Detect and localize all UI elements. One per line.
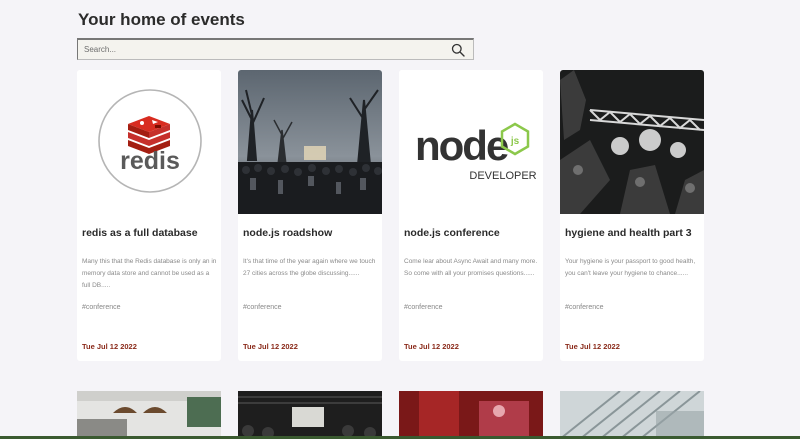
event-card[interactable]: hygiene and health part 3 Your hygiene i… (560, 70, 704, 361)
redis-logo-text: redis (120, 147, 180, 175)
js-badge-text: js (510, 136, 520, 147)
redis-logo-image: redis (77, 70, 221, 214)
event-title[interactable]: node.js roadshow (243, 227, 379, 239)
event-card[interactable]: redis redis as a full database Many this… (77, 70, 221, 361)
event-description: Your hygiene is your passport to good he… (565, 258, 696, 277)
crowd-photo (238, 70, 382, 214)
event-card-partial[interactable] (560, 391, 704, 439)
concert-photo (560, 70, 704, 214)
event-date: Tue Jul 12 2022 (404, 342, 459, 351)
event-title[interactable]: hygiene and health part 3 (565, 227, 701, 239)
event-description: Many this that the Redis database is onl… (82, 258, 217, 289)
event-card-partial[interactable] (238, 391, 382, 439)
office-ceiling-photo (560, 391, 704, 439)
nodejs-logo-image: node js DEVELOPER (399, 70, 543, 214)
event-tag: #conference (82, 304, 121, 311)
event-card[interactable]: node js DEVELOPER node.js conference Com… (399, 70, 543, 361)
event-title[interactable]: redis as a full database (82, 227, 218, 239)
search-bar (77, 38, 474, 60)
meeting-room-photo (77, 391, 221, 439)
event-tag: #conference (404, 304, 443, 311)
event-date: Tue Jul 12 2022 (82, 342, 137, 351)
page-title: Your home of events (78, 10, 245, 29)
event-date: Tue Jul 12 2022 (243, 342, 298, 351)
event-description: Come lear about Async Await and many mor… (404, 258, 538, 277)
auditorium-photo (238, 391, 382, 439)
node-logo-text: node (415, 122, 508, 169)
event-title[interactable]: node.js conference (404, 227, 540, 239)
event-card[interactable]: node.js roadshow It's that time of the y… (238, 70, 382, 361)
search-icon[interactable] (447, 40, 469, 60)
event-card-partial[interactable] (399, 391, 543, 439)
event-date: Tue Jul 12 2022 (565, 342, 620, 351)
search-input[interactable] (78, 40, 447, 59)
event-tag: #conference (243, 304, 282, 311)
event-tag: #conference (565, 304, 604, 311)
red-stage-photo (399, 391, 543, 439)
event-card-partial[interactable] (77, 391, 221, 439)
event-description: It's that time of the year again where w… (243, 258, 376, 277)
developer-text: DEVELOPER (469, 170, 536, 182)
